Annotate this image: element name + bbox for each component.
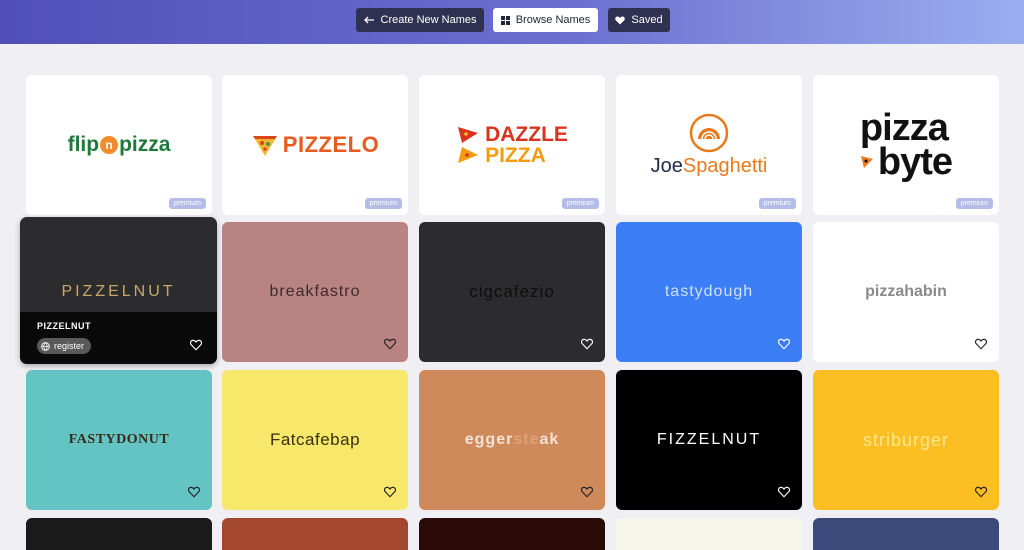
heart-outline-icon[interactable] (778, 338, 790, 350)
name-card-partial[interactable] (616, 518, 802, 550)
flipnpizza-logo-badge: n (100, 136, 119, 154)
fastydonut-wordmark: FASTYDONUT (68, 432, 170, 447)
premium-badge: premium (758, 198, 796, 209)
breakfastro-wordmark: breakfastro (269, 283, 361, 300)
heart-outline-icon[interactable] (190, 339, 202, 351)
name-card-tastydough[interactable]: tastydough (616, 222, 802, 362)
pizzelnut-wordmark: PIZZELNUT (61, 283, 176, 300)
pizza-wedges-icon (458, 127, 479, 163)
flipnpizza-logo-part: pizza (119, 133, 171, 156)
heart-outline-icon[interactable] (975, 338, 987, 350)
grid-icon (500, 15, 510, 25)
premium-badge: premium (955, 198, 993, 209)
browse-names-button[interactable]: Browse Names (493, 8, 598, 32)
pizzahabin-wordmark: pizzahabin (865, 283, 947, 300)
name-card-partial[interactable] (419, 518, 605, 550)
return-arrow-icon (363, 16, 374, 23)
name-card-pizzelnut[interactable]: PIZZELNUT PIZZELNUT register (20, 217, 217, 364)
logo-card-pizza-byte[interactable]: pizza byte premium (813, 75, 999, 215)
pizza-slice-icon (860, 156, 873, 168)
logo-card-flipnpizza[interactable]: flip n pizza premium (26, 75, 212, 215)
heart-outline-icon[interactable] (778, 486, 790, 498)
register-button[interactable]: register (37, 338, 92, 354)
name-card-pizzahabin[interactable]: pizzahabin (813, 222, 999, 362)
name-card-cigcafezio[interactable]: cigcafezio (419, 222, 605, 362)
premium-badge: premium (561, 198, 599, 209)
top-bar: Create New Names Browse Names Saved (0, 0, 1024, 44)
cigcafezio-wordmark: cigcafezio (469, 282, 555, 301)
eggersteak-wordmark-part: egger (464, 431, 514, 448)
pizza-byte-logo-line: pizza (859, 107, 949, 149)
dazzle-pizza-logo-line: PIZZA (485, 144, 546, 167)
premium-badge: premium (168, 198, 206, 209)
eggersteak-wordmark: eggersteak (465, 431, 560, 449)
heart-outline-icon[interactable] (384, 486, 396, 498)
joespaghetti-logo-part: Joe (650, 154, 683, 177)
pizzelo-logo-text: PIZZELO (282, 132, 380, 157)
name-card-partial[interactable] (813, 518, 999, 550)
eggersteak-wordmark-part: ak (539, 431, 560, 448)
heart-outline-icon[interactable] (581, 486, 593, 498)
name-card-partial[interactable] (26, 518, 212, 550)
premium-badge: premium (364, 198, 402, 209)
heart-outline-icon[interactable] (188, 486, 200, 498)
dazzle-pizza-logo-line: DAZZLE (485, 123, 568, 146)
pizzelo-logo: PIZZELO (251, 132, 379, 158)
browse-names-label: Browse Names (515, 14, 591, 26)
register-label: register (54, 341, 85, 351)
pizza-byte-logo: pizza byte (859, 107, 953, 183)
name-card-fastydonut[interactable]: FASTYDONUT (26, 370, 212, 510)
eggersteak-wordmark-part: ste (513, 431, 540, 448)
flipnpizza-logo-part: flip (67, 133, 100, 156)
pizza-slice-icon (252, 136, 277, 156)
spaghetti-bowl-icon (689, 113, 729, 152)
heart-outline-icon[interactable] (975, 486, 987, 498)
logo-card-dazzle-pizza[interactable]: DAZZLE PIZZA premium (419, 75, 605, 215)
fizzelnut-wordmark: FIZZELNUT (656, 431, 762, 448)
logo-card-pizzelo[interactable]: PIZZELO premium (222, 75, 408, 215)
globe-icon (41, 341, 50, 351)
fatcafebap-wordmark: Fatcafebap (269, 430, 361, 449)
name-card-fizzelnut[interactable]: FIZZELNUT (616, 370, 802, 510)
create-new-names-button[interactable]: Create New Names (356, 8, 484, 32)
card-hover-panel: PIZZELNUT register (20, 312, 217, 364)
saved-label: Saved (631, 14, 663, 26)
joespaghetti-logo-part: Spaghetti (682, 154, 768, 177)
pizza-byte-logo-line: byte (877, 141, 953, 183)
flipnpizza-logo: flip n pizza (68, 133, 171, 157)
name-card-breakfastro[interactable]: breakfastro (222, 222, 408, 362)
logo-card-joespaghetti[interactable]: JoeSpaghetti premium (616, 75, 802, 215)
striburger-wordmark: striburger (862, 429, 950, 450)
dazzle-pizza-logo: DAZZLE PIZZA (456, 124, 568, 166)
heart-outline-icon[interactable] (581, 338, 593, 350)
tastydough-wordmark: tastydough (664, 283, 754, 300)
heart-outline-icon[interactable] (384, 338, 396, 350)
saved-button[interactable]: Saved (608, 8, 670, 32)
create-new-names-label: Create New Names (380, 14, 477, 26)
name-card-striburger[interactable]: striburger (813, 370, 999, 510)
name-card-eggersteak[interactable]: eggersteak (419, 370, 605, 510)
name-card-partial[interactable] (222, 518, 408, 550)
card-name-label: PIZZELNUT (37, 321, 91, 331)
heart-icon (615, 16, 626, 24)
name-card-fatcafebap[interactable]: Fatcafebap (222, 370, 408, 510)
joespaghetti-logo: JoeSpaghetti (650, 113, 768, 178)
